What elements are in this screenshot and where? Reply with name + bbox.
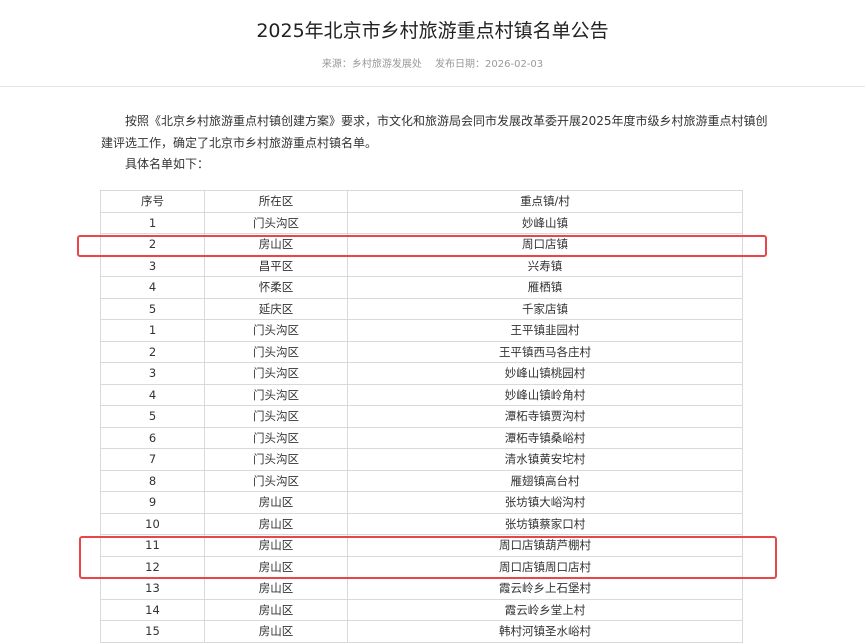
header-index: 序号 bbox=[100, 190, 205, 213]
article-date: 发布日期：2026-02-03 bbox=[435, 59, 544, 70]
article-title: 2025年北京市乡村旅游重点村镇名单公告 bbox=[256, 20, 609, 42]
article-source: 来源：乡村旅游发展处 bbox=[321, 59, 422, 70]
cell-town-village: 张坊镇大峪沟村 bbox=[347, 491, 743, 514]
cell-town-village: 妙峰山镇桃园村 bbox=[347, 362, 743, 385]
table-row: 9 房山区 张坊镇大峪沟村 bbox=[100, 491, 743, 514]
cell-district: 房山区 bbox=[204, 577, 348, 600]
cell-town-village: 妙峰山镇岭角村 bbox=[347, 383, 743, 406]
cell-district: 房山区 bbox=[204, 620, 348, 643]
cell-district: 门头沟区 bbox=[204, 405, 348, 428]
cell-index: 15 bbox=[100, 620, 205, 643]
cell-district: 门头沟区 bbox=[204, 469, 348, 492]
table-row: 3 昌平区 兴寿镇 bbox=[100, 254, 743, 277]
cell-district: 昌平区 bbox=[204, 254, 348, 277]
header-district: 所在区 bbox=[204, 190, 348, 213]
table-row: 6 门头沟区 潭柘寺镇桑峪村 bbox=[100, 426, 743, 449]
cell-index: 3 bbox=[100, 254, 205, 277]
table-row: 15 房山区 韩村河镇圣水峪村 bbox=[100, 620, 743, 643]
cell-town-village: 兴寿镇 bbox=[347, 254, 743, 277]
cell-district: 门头沟区 bbox=[204, 211, 348, 234]
cell-index: 6 bbox=[100, 426, 205, 449]
cell-district: 房山区 bbox=[204, 512, 348, 535]
highlight-box bbox=[77, 235, 767, 257]
cell-town-village: 潭柘寺镇桑峪村 bbox=[347, 426, 743, 449]
table-row: 3 门头沟区 妙峰山镇桃园村 bbox=[100, 362, 743, 385]
cell-town-village: 潭柘寺镇贾沟村 bbox=[347, 405, 743, 428]
cell-district: 房山区 bbox=[204, 598, 348, 621]
cell-index: 7 bbox=[100, 448, 205, 471]
table-row: 2 门头沟区 王平镇西马各庄村 bbox=[100, 340, 743, 363]
table-row: 10 房山区 张坊镇蔡家口村 bbox=[100, 512, 743, 535]
table-row: 1 门头沟区 妙峰山镇 bbox=[100, 211, 743, 234]
cell-district: 门头沟区 bbox=[204, 383, 348, 406]
table-row: 8 门头沟区 雁翅镇高台村 bbox=[100, 469, 743, 492]
cell-index: 5 bbox=[100, 297, 205, 320]
cell-town-village: 韩村河镇圣水峪村 bbox=[347, 620, 743, 643]
table-row: 4 门头沟区 妙峰山镇岭角村 bbox=[100, 383, 743, 406]
intro-paragraph: 按照《北京乡村旅游重点村镇创建方案》要求，市文化和旅游局会同市发展改革委开展20… bbox=[101, 114, 768, 150]
list-intro: 具体名单如下： bbox=[125, 157, 210, 171]
cell-index: 4 bbox=[100, 383, 205, 406]
highlight-box bbox=[79, 536, 777, 579]
cell-district: 门头沟区 bbox=[204, 426, 348, 449]
cell-town-village: 霞云岭乡堂上村 bbox=[347, 598, 743, 621]
cell-district: 门头沟区 bbox=[204, 340, 348, 363]
cell-index: 3 bbox=[100, 362, 205, 385]
title-divider bbox=[0, 86, 865, 87]
table-row: 7 门头沟区 清水镇黄安坨村 bbox=[100, 448, 743, 471]
table-row: 13 房山区 霞云岭乡上石堡村 bbox=[100, 577, 743, 600]
cell-town-village: 雁翅镇高台村 bbox=[347, 469, 743, 492]
cell-index: 1 bbox=[100, 319, 205, 342]
table-row: 4 怀柔区 雁栖镇 bbox=[100, 276, 743, 299]
cell-town-village: 雁栖镇 bbox=[347, 276, 743, 299]
cell-district: 门头沟区 bbox=[204, 319, 348, 342]
cell-index: 14 bbox=[100, 598, 205, 621]
header-town-village: 重点镇/村 bbox=[347, 190, 743, 213]
table-row: 5 门头沟区 潭柘寺镇贾沟村 bbox=[100, 405, 743, 428]
cell-index: 8 bbox=[100, 469, 205, 492]
cell-town-village: 霞云岭乡上石堡村 bbox=[347, 577, 743, 600]
cell-town-village: 清水镇黄安坨村 bbox=[347, 448, 743, 471]
cell-district: 门头沟区 bbox=[204, 362, 348, 385]
cell-town-village: 王平镇韭园村 bbox=[347, 319, 743, 342]
cell-district: 房山区 bbox=[204, 491, 348, 514]
table-row: 5 延庆区 千家店镇 bbox=[100, 297, 743, 320]
cell-district: 延庆区 bbox=[204, 297, 348, 320]
cell-index: 2 bbox=[100, 340, 205, 363]
cell-town-village: 妙峰山镇 bbox=[347, 211, 743, 234]
cell-town-village: 王平镇西马各庄村 bbox=[347, 340, 743, 363]
cell-town-village: 张坊镇蔡家口村 bbox=[347, 512, 743, 535]
cell-district: 怀柔区 bbox=[204, 276, 348, 299]
cell-index: 9 bbox=[100, 491, 205, 514]
cell-town-village: 千家店镇 bbox=[347, 297, 743, 320]
article-meta: 来源：乡村旅游发展处 发布日期：2026-02-03 bbox=[0, 58, 865, 72]
cell-index: 5 bbox=[100, 405, 205, 428]
table-header-row: 序号 所在区 重点镇/村 bbox=[100, 190, 743, 213]
cell-index: 13 bbox=[100, 577, 205, 600]
cell-index: 10 bbox=[100, 512, 205, 535]
cell-index: 4 bbox=[100, 276, 205, 299]
cell-district: 门头沟区 bbox=[204, 448, 348, 471]
table-row: 1 门头沟区 王平镇韭园村 bbox=[100, 319, 743, 342]
cell-index: 1 bbox=[100, 211, 205, 234]
table-row: 14 房山区 霞云岭乡堂上村 bbox=[100, 598, 743, 621]
